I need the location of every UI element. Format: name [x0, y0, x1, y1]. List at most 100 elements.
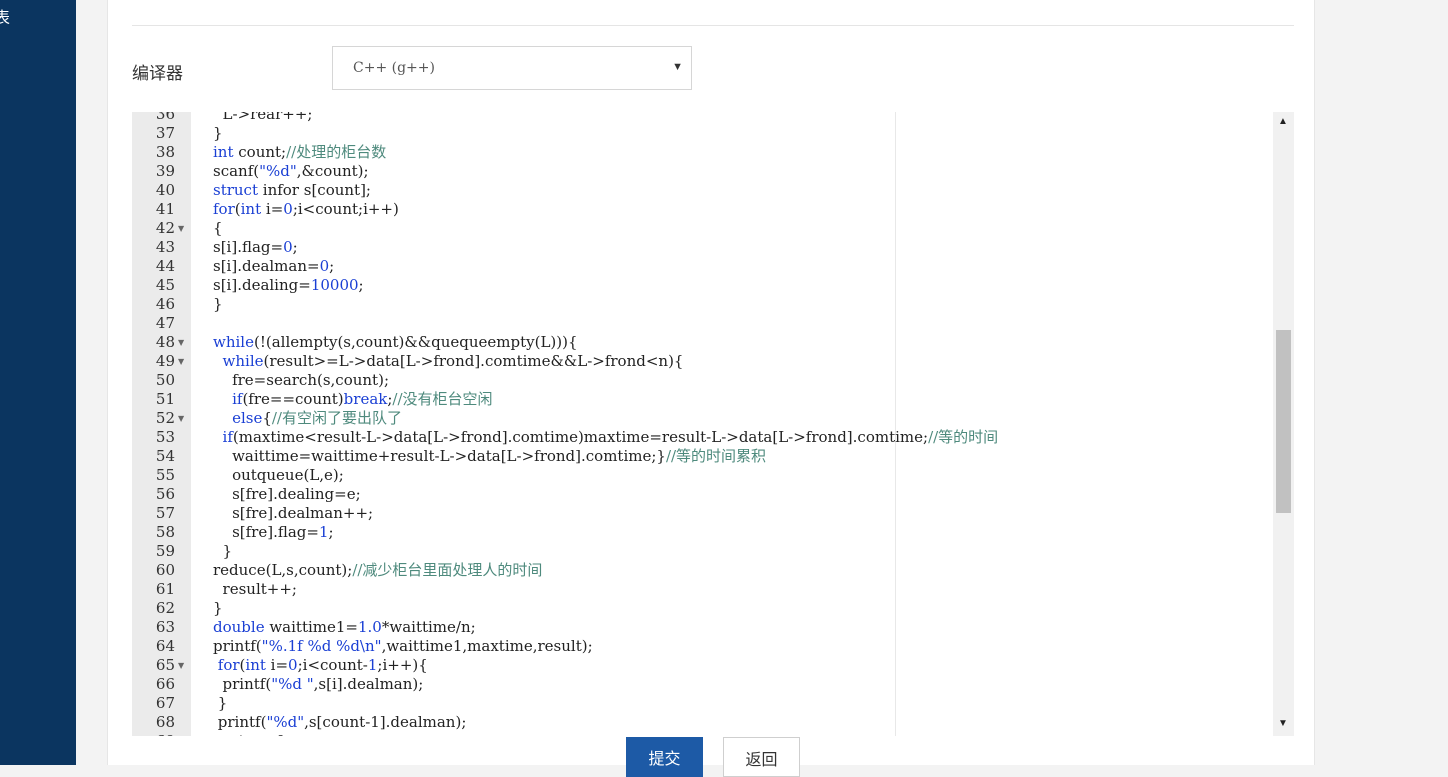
submit-button[interactable]: 提交 [626, 737, 703, 777]
code-line[interactable]: 45 s[i].dealing=10000; [132, 276, 1272, 295]
line-number: 50 [155, 371, 175, 389]
code-line[interactable]: 54 waittime=waittime+result-L->data[L->f… [132, 447, 1272, 466]
code-text: s[fre].dealman++; [213, 504, 373, 523]
code-line[interactable]: 39 scanf("%d",&count); [132, 162, 1272, 181]
compiler-select[interactable]: C++ (g++) ▼ [332, 46, 692, 90]
code-line[interactable]: 61 result++; [132, 580, 1272, 599]
fold-toggle-icon[interactable]: ▼ [178, 656, 184, 675]
line-number: 66 [155, 675, 175, 693]
code-line[interactable]: 51 if(fre==count)break;//没有柜台空闲 [132, 390, 1272, 409]
code-text: } [213, 124, 223, 143]
code-token: } [213, 694, 228, 712]
code-line[interactable]: 68 printf("%d",s[count-1].dealman); [132, 713, 1272, 732]
code-line[interactable]: 63 double waittime1=1.0*waittime/n; [132, 618, 1272, 637]
code-line[interactable]: 52 ▼ else{//有空闲了要出队了 [132, 409, 1272, 428]
code-text: while(result>=L->data[L->frond].comtime&… [213, 352, 684, 371]
code-line[interactable]: 44 s[i].dealman=0; [132, 257, 1272, 276]
editor-scrollbar[interactable]: ▲ ▼ [1273, 112, 1294, 736]
code-token: //处理的柜台数 [286, 143, 387, 161]
line-number: 69 [132, 732, 175, 736]
code-token: while [213, 333, 254, 351]
code-line[interactable]: 38 int count;//处理的柜台数 [132, 143, 1272, 162]
fold-toggle-icon[interactable]: ▼ [178, 409, 184, 428]
code-line[interactable]: 37} [132, 124, 1272, 143]
code-line[interactable]: 46} [132, 295, 1272, 314]
code-token: int [245, 656, 266, 674]
code-token: s[fre].flag= [213, 523, 319, 541]
code-line[interactable]: 36 L->rear++; [132, 112, 1272, 124]
line-number: 68 [155, 713, 175, 731]
code-text: printf("%d",s[count-1].dealman); [213, 713, 467, 732]
code-line[interactable]: 66 printf("%d ",s[i].dealman); [132, 675, 1272, 694]
code-line[interactable]: 53 if(maxtime<result-L->data[L->frond].c… [132, 428, 1272, 447]
code-token: i= [265, 656, 289, 674]
code-token: ;i++){ [377, 656, 428, 674]
code-token: L->rear++; [213, 112, 313, 123]
code-text: waittime=waittime+result-L->data[L->fron… [213, 447, 766, 466]
code-line[interactable]: 40 struct infor s[count]; [132, 181, 1272, 200]
scroll-down-arrow-icon[interactable]: ▼ [1278, 718, 1288, 729]
line-number: 53 [155, 428, 175, 446]
line-number: 38 [155, 143, 175, 161]
code-token: for [217, 656, 240, 674]
fold-toggle-icon[interactable]: ▼ [178, 333, 184, 352]
code-token: (maxtime<result-L->data[L->frond].comtim… [232, 428, 929, 446]
scroll-up-arrow-icon[interactable]: ▲ [1278, 116, 1288, 127]
code-token: "%d" [266, 713, 305, 731]
code-line[interactable]: 56 s[fre].dealing=e; [132, 485, 1272, 504]
line-number: 65 [155, 656, 175, 674]
code-line[interactable]: 43 s[i].flag=0; [132, 238, 1272, 257]
sidebar-partial-label[interactable]: 表 [0, 4, 10, 28]
line-number: 64 [155, 637, 175, 655]
code-line[interactable]: 57 s[fre].dealman++; [132, 504, 1272, 523]
code-line[interactable]: 41 for(int i=0;i<count;i++) [132, 200, 1272, 219]
fold-toggle-icon[interactable]: ▼ [178, 352, 184, 371]
code-line[interactable]: 58 s[fre].flag=1; [132, 523, 1272, 542]
code-token: break [343, 390, 388, 408]
sidebar: 表 [0, 0, 76, 765]
code-text: } [213, 694, 228, 713]
code-line[interactable]: 42 ▼ { [132, 219, 1272, 238]
code-token: infor s[count]; [258, 181, 371, 199]
code-line[interactable]: 64 printf("%.1f %d %d\n",waittime1,maxtim… [132, 637, 1272, 656]
code-token: ,&count); [296, 162, 369, 180]
code-line[interactable]: 49 ▼ while(result>=L->data[L->frond].comt… [132, 352, 1272, 371]
code-line[interactable]: 59 } [132, 542, 1272, 561]
code-text: printf("%.1f %d %d\n",waittime1,maxtime,… [213, 637, 593, 656]
code-token: result++; [213, 580, 297, 598]
code-line[interactable]: 55 outqueue(L,e); [132, 466, 1272, 485]
code-line[interactable]: 65 ▼ for(int i=0;i<count-1;i++){ [132, 656, 1272, 675]
code-token: "%d" [259, 162, 297, 180]
code-text: int count;//处理的柜台数 [213, 143, 386, 162]
code-token: 1.0 [358, 618, 382, 636]
code-token: for [213, 200, 235, 218]
line-number: 48 [155, 333, 175, 351]
code-line[interactable]: 48 ▼ while(!(allempty(s,count)&&quequeempt… [132, 333, 1272, 352]
line-number: 42 [155, 219, 175, 237]
code-token: int [213, 143, 234, 161]
back-button[interactable]: 返回 [723, 737, 800, 777]
code-line[interactable]: 62} [132, 599, 1272, 618]
code-editor[interactable]: 36 L->rear++; 37} 38 int count;//处理的柜台数 39 sc… [132, 112, 1294, 736]
line-number: 58 [155, 523, 175, 541]
code-line[interactable]: 50 fre=search(s,count); [132, 371, 1272, 390]
code-token: s[i].flag= [213, 238, 284, 256]
code-text: } [213, 295, 223, 314]
code-line[interactable]: 60 reduce(L,s,count);//减少柜台里面处理人的时间 [132, 561, 1272, 580]
code-token: 0 [283, 238, 293, 256]
code-line[interactable]: 47 [132, 314, 1272, 333]
line-number: 51 [155, 390, 175, 408]
scroll-thumb[interactable] [1276, 330, 1291, 513]
code-token: 0 [319, 257, 330, 275]
code-token: //等的时间 [928, 428, 999, 446]
code-text: while(!(allempty(s,count)&&quequeempty(L… [213, 333, 578, 352]
code-token: int [240, 200, 262, 218]
code-text: result++; [213, 580, 297, 599]
code-line[interactable]: 69 return 0; [132, 732, 1272, 736]
code-token: waittime1= [264, 618, 358, 636]
code-token: "%d " [271, 675, 314, 693]
code-line[interactable]: 67 } [132, 694, 1272, 713]
fold-toggle-icon[interactable]: ▼ [178, 219, 184, 238]
line-number: 59 [155, 542, 175, 560]
line-number: 36 [155, 112, 175, 123]
